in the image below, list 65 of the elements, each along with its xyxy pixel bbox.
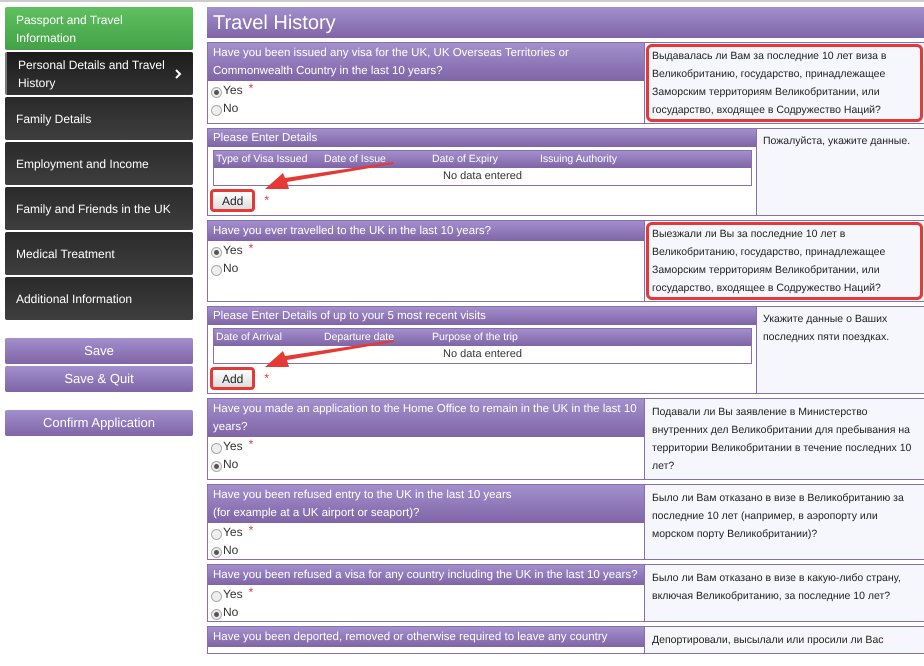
radio-button[interactable] <box>211 547 222 558</box>
radio-button[interactable] <box>211 443 222 454</box>
question-text: Have you been refused a visa for any country including the UK in the last 10 years? <box>208 565 644 585</box>
sidebar-item[interactable]: Family and Friends in the UK <box>5 187 193 230</box>
radio-button[interactable] <box>211 87 222 98</box>
confirm-button[interactable]: Confirm Application <box>5 410 193 436</box>
required-mark: * <box>264 370 270 387</box>
translation-text: Выдавалась ли Вам за последние 10 лет виза в Великобританию, государство, принадлежащее Заморским территориям Великобритании, или государство, входящее в Содружество Наций? <box>646 44 923 122</box>
option-label: No <box>223 100 238 117</box>
translation-text: Пожалуйста, укажите данные. <box>763 134 912 149</box>
sidebar-item[interactable]: Personal Details and Travel History <box>5 52 193 95</box>
chevron-right-icon <box>174 68 182 78</box>
radio-button[interactable] <box>211 529 222 540</box>
section-header: Travel History <box>207 7 924 38</box>
column-header: Date of Expiry <box>432 152 499 167</box>
radio-button[interactable] <box>211 591 222 602</box>
radio-button[interactable] <box>211 105 222 116</box>
required-mark: * <box>264 192 270 209</box>
add-button[interactable]: Add <box>210 189 256 212</box>
column-header: Issuing Authority <box>540 152 618 167</box>
radio-button[interactable] <box>211 247 222 258</box>
save-button[interactable]: Save & Quit <box>5 366 193 392</box>
question-text: Have you been refused entry to the UK in the last 10 years (for example at a UK airport or seaport)? <box>208 485 644 523</box>
column-header: Date of Issue <box>324 152 387 167</box>
sidebar-item[interactable]: Family Details <box>5 97 193 140</box>
translation-text: Было ли Вам отказано в визе в какую-либо страну, включая Великобританию, за последние 10 лет? <box>651 571 902 604</box>
required-mark: * <box>248 523 254 537</box>
translation-text: Было ли Вам отказано в визе в Великобританию за последние 10 лет (например, в аэропорту или морском порту Великобритании)? <box>651 491 905 542</box>
option-label: No <box>223 542 238 559</box>
question-text: Have you been deported, removed or otherwise required to leave any country <box>208 627 644 647</box>
option-label: Yes <box>223 586 243 603</box>
question-text: Have you made an application to the Home Office to remain in the UK in the last 10 years? <box>208 399 644 437</box>
radio-button[interactable] <box>211 461 222 472</box>
translation-text: Подавали ли Вы заявление в Министерство внутренних дел Великобритании для пребывания на территории Великобритании в течение последних 10 лет? <box>651 405 912 474</box>
sidebar-item[interactable]: Additional Information <box>5 277 193 320</box>
required-mark: * <box>248 81 254 95</box>
required-mark: * <box>248 585 254 599</box>
translation-text: Укажите данные о Ваших последних пяти поездках. <box>763 312 890 345</box>
column-header: Purpose of the trip <box>432 330 519 345</box>
add-button[interactable]: Add <box>210 367 256 390</box>
option-label: No <box>223 604 238 621</box>
option-label: Yes <box>223 438 243 455</box>
question-text: Have you been issued any visa for the UK, UK Overseas Territories or Commonwealth Country in the last 10 years? <box>208 43 644 81</box>
option-label: Yes <box>223 524 243 541</box>
option-label: No <box>223 456 238 473</box>
translation-text: Выезжали ли Вы за последние 10 лет в Великобританию, государство, принадлежащее Заморским территориям Великобритании, или государство, входящее в Содружество Наций? <box>646 222 923 300</box>
details-title: Please Enter Details of up to your 5 most recent visits <box>208 307 756 325</box>
column-header: Date of Arrival <box>216 330 283 345</box>
details-title: Please Enter Details <box>208 129 756 147</box>
required-mark: * <box>248 437 254 451</box>
question-text: Have you ever travelled to the UK in the last 10 years? <box>208 221 644 241</box>
translation-text: Депортировали, высылали или просили ли Вас <box>651 633 885 648</box>
column-header: Departure date <box>324 330 396 345</box>
radio-button[interactable] <box>211 265 222 276</box>
required-mark: * <box>248 241 254 255</box>
empty-message: No data entered <box>443 347 522 362</box>
sidebar-item[interactable]: Employment and Income <box>5 142 193 185</box>
option-label: No <box>223 260 238 277</box>
option-label: Yes <box>223 82 243 99</box>
sidebar-item[interactable]: Medical Treatment <box>5 232 193 275</box>
radio-button[interactable] <box>211 609 222 620</box>
column-header: Type of Visa Issued <box>216 152 308 167</box>
option-label: Yes <box>223 242 243 259</box>
empty-message: No data entered <box>443 169 522 184</box>
save-button[interactable]: Save <box>5 338 193 364</box>
